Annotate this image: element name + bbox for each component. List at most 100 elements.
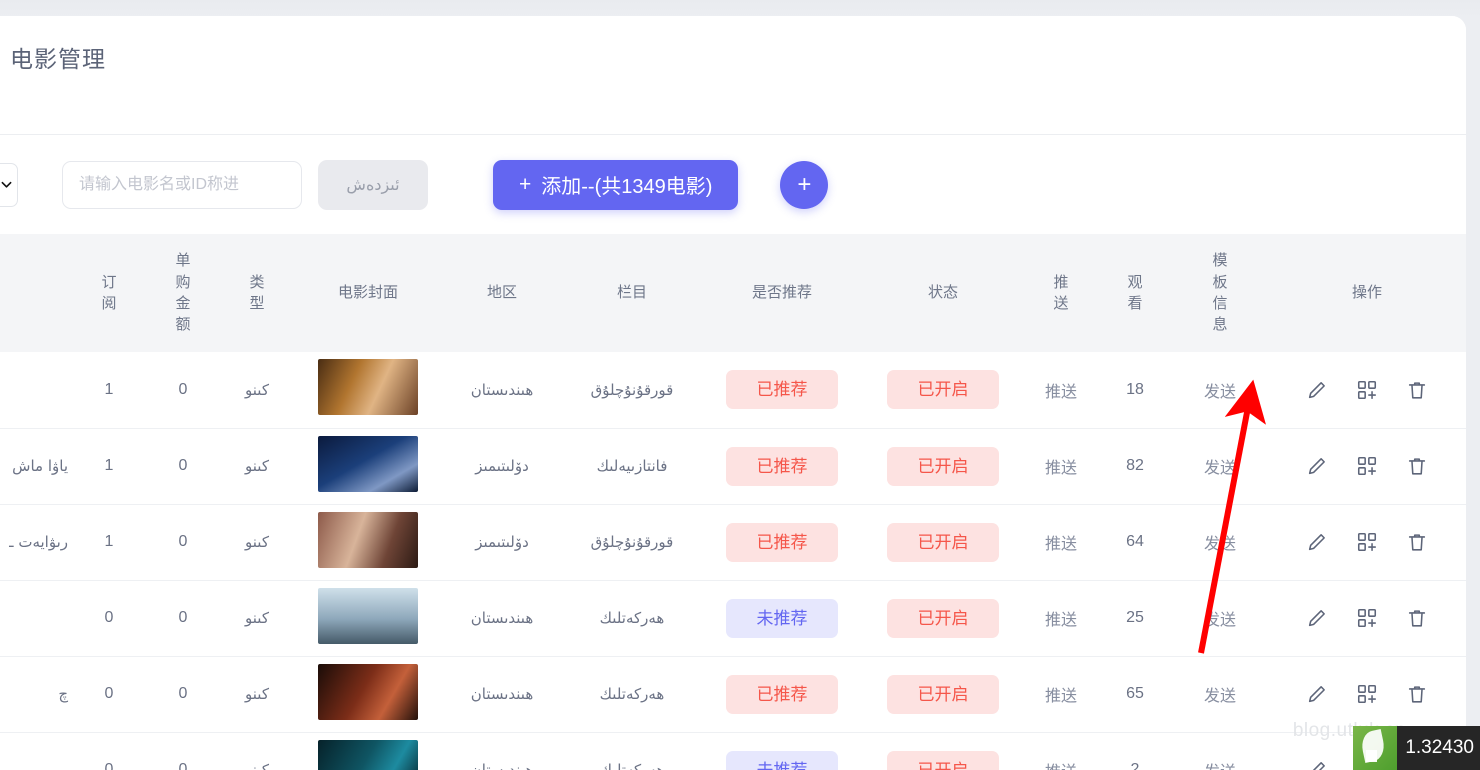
recommend-badge[interactable]: 已推荐 [726,674,838,714]
cell-recommend: 已推荐 [702,352,862,429]
add-movie-label: 添加--(共1349电影) [541,176,713,198]
status-badge[interactable]: 已开启 [887,446,999,486]
cell-status: 已开启 [862,504,1024,581]
status-badge[interactable]: 已开启 [887,750,999,770]
movie-poster[interactable] [318,739,418,770]
content-card: 电影管理 ئىزدەش + 添加--(共1349电影) + [0,16,1466,770]
pencil-icon[interactable] [1306,531,1328,553]
send-template-link[interactable]: 发送 [1204,612,1236,629]
plus-icon: + [797,170,812,198]
cell-type: كىنو [220,504,294,581]
table-row: 0 0 كىنو ھىندىستان ھەركەتلىك 未推荐 已开启 推送 25 发送 [0,580,1466,657]
push-link[interactable]: 推送 [1045,460,1077,477]
cell-column: قورقۇنۇچلۇق [562,504,702,581]
cell-region: ھىندىستان [442,732,562,770]
push-link[interactable]: 推送 [1045,612,1077,629]
movie-poster[interactable] [318,435,418,492]
col-header-column: 栏目 [562,234,702,352]
col-header-recommend: 是否推荐 [702,234,862,352]
col-header-name [0,234,72,352]
chevron-down-icon [1,179,12,190]
trash-icon[interactable] [1406,531,1428,553]
quick-add-button[interactable]: + [780,160,829,209]
page-header: 电影管理 [0,16,1466,134]
send-template-link[interactable]: 发送 [1204,460,1236,477]
cell-status: 已开启 [862,732,1024,770]
push-link[interactable]: 推送 [1045,688,1077,705]
cell-push: 推送 [1024,580,1098,657]
trash-icon[interactable] [1406,683,1428,705]
recommend-badge[interactable]: 未推荐 [726,598,838,638]
movie-poster[interactable] [318,511,418,568]
cell-name [0,580,72,657]
push-link[interactable]: 推送 [1045,384,1077,401]
qr-add-icon[interactable] [1356,531,1378,553]
qr-add-icon[interactable] [1356,683,1378,705]
status-badge[interactable]: 已开启 [887,674,999,714]
send-template-link[interactable]: 发送 [1204,536,1236,553]
pencil-icon[interactable] [1306,607,1328,629]
pencil-icon[interactable] [1306,379,1328,401]
send-template-link[interactable]: 发送 [1204,688,1236,705]
qr-add-icon[interactable] [1356,379,1378,401]
cell-recommend: 未推荐 [702,580,862,657]
cell-ops [1268,352,1466,429]
col-header-push: 推送 [1024,234,1098,352]
search-input[interactable] [62,160,302,209]
cell-price: 0 [146,732,220,770]
row-actions [1270,607,1464,629]
cell-template: 发送 [1172,656,1268,733]
cell-status: 已开启 [862,428,1024,505]
trash-icon[interactable] [1406,379,1428,401]
cell-type: كىنو [220,732,294,770]
qr-add-icon[interactable] [1356,607,1378,629]
movie-poster[interactable] [318,663,418,720]
pencil-icon[interactable] [1306,455,1328,477]
recommend-badge[interactable]: 未推荐 [726,750,838,770]
row-actions [1270,683,1464,705]
table-row: 00كىنوھىندىستانھەركەتلىك未推荐已开启推送2发送 [0,732,1466,770]
status-badge[interactable]: 已开启 [887,522,999,562]
pencil-icon[interactable] [1306,759,1328,770]
recommend-badge[interactable]: 已推荐 [726,446,838,486]
cell-recommend: 未推荐 [702,732,862,770]
movies-table: 订阅 单购金额 类型 电影封面 地区 栏目 是否推荐 状态 推送 观看 模板信息… [0,234,1466,770]
pencil-icon[interactable] [1306,683,1328,705]
cell-name: رىۋايەت ـ [0,504,72,581]
cell-status: 已开启 [862,580,1024,657]
cell-column: فانتازىيەلىك [562,428,702,505]
qr-add-icon[interactable] [1356,455,1378,477]
send-template-link[interactable]: 发送 [1204,384,1236,401]
corner-number: 1.32430 [1405,737,1474,758]
status-badge[interactable]: 已开启 [887,370,999,410]
cell-cover [294,732,442,770]
row-actions [1270,531,1464,553]
cell-recommend: 已推荐 [702,504,862,581]
search-button[interactable]: ئىزدەش [318,159,428,210]
status-badge[interactable]: 已开启 [887,598,999,638]
table-row: 1 0 كىنو ھىندىستان قورقۇنۇچلۇق 已推荐 已开启 推送 18 发送 [0,352,1466,429]
page-title: 电影管理 [10,46,106,72]
recommend-badge[interactable]: 已推荐 [726,370,838,410]
cell-views: 82 [1098,428,1172,505]
push-link[interactable]: 推送 [1045,536,1077,553]
col-header-sub: 订阅 [72,234,146,352]
add-movie-button[interactable]: + 添加--(共1349电影) [493,159,739,210]
cell-cover [294,504,442,581]
category-select[interactable] [0,162,18,207]
cell-views: 2 [1098,732,1172,770]
cell-price: 0 [146,428,220,505]
trash-icon[interactable] [1406,455,1428,477]
movie-poster[interactable] [318,359,418,416]
recommend-badge[interactable]: 已推荐 [726,522,838,562]
movie-poster[interactable] [318,587,418,644]
cell-views: 18 [1098,352,1172,429]
leaf-logo-icon [1353,726,1398,770]
push-link[interactable]: 推送 [1045,764,1077,770]
cell-subscriptions: 1 [72,504,146,581]
trash-icon[interactable] [1406,607,1428,629]
send-template-link[interactable]: 发送 [1204,764,1236,770]
cell-status: 已开启 [862,656,1024,733]
cell-push: 推送 [1024,428,1098,505]
cell-type: كىنو [220,656,294,733]
